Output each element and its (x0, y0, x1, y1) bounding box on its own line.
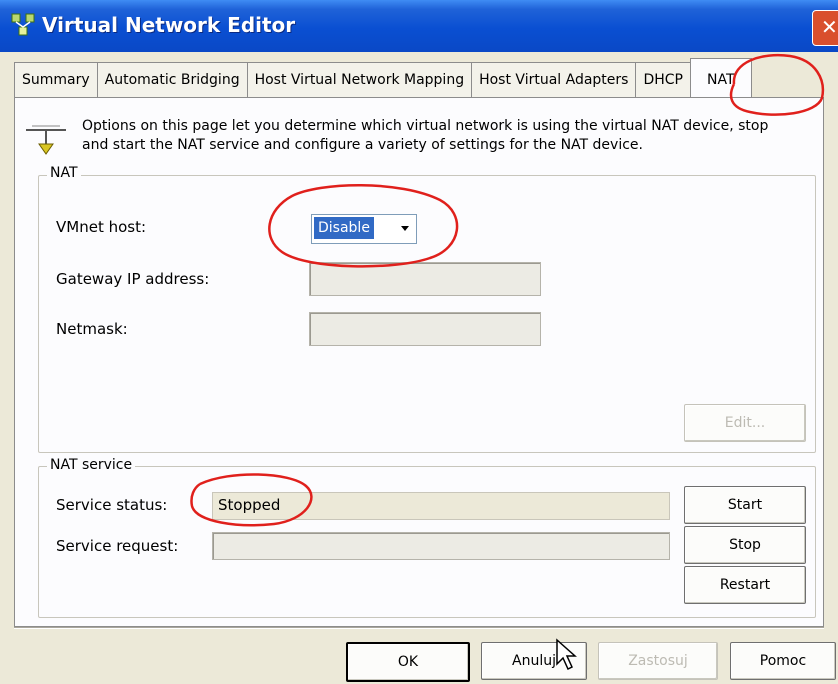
tab-strip: Summary Automatic Bridging Host Virtual … (14, 58, 752, 98)
tab-dhcp[interactable]: DHCP (635, 62, 691, 97)
gateway-ip-label: Gateway IP address: (56, 270, 210, 288)
vmnet-host-dropdown[interactable]: Disable (311, 214, 417, 244)
ok-button[interactable]: OK (346, 642, 470, 682)
service-status-label: Service status: (56, 496, 168, 514)
service-status-value: Stopped (218, 496, 281, 514)
tab-host-virtual-network-mapping[interactable]: Host Virtual Network Mapping (246, 62, 473, 97)
nat-group-label: NAT (47, 165, 81, 181)
nat-service-group-label: NAT service (47, 457, 136, 473)
tab-summary[interactable]: Summary (14, 62, 98, 97)
start-button[interactable]: Start (684, 486, 806, 524)
service-request-field[interactable] (212, 532, 670, 560)
network-plug-icon (26, 125, 66, 155)
restart-button[interactable]: Restart (684, 566, 806, 604)
info-line-1: Options on this page let you determine w… (82, 118, 769, 134)
service-request-label: Service request: (56, 537, 179, 555)
info-description: Options on this page let you determine w… (82, 117, 812, 155)
vmnet-host-selected-value: Disable (314, 217, 374, 239)
gateway-ip-field[interactable] (309, 262, 541, 296)
tab-nat[interactable]: NAT (689, 58, 752, 97)
mouse-cursor-icon (556, 638, 577, 671)
network-app-icon (11, 13, 35, 36)
apply-button[interactable]: Zastosuj (598, 642, 718, 680)
close-icon: ✕ (821, 15, 838, 39)
service-status-field: Stopped (212, 492, 670, 520)
netmask-label: Netmask: (56, 320, 128, 338)
footer-divider (14, 627, 824, 629)
help-button[interactable]: Pomoc (730, 642, 836, 680)
virtual-network-editor-window: Virtual Network Editor ✕ Summary Automat… (0, 0, 838, 684)
info-line-2: and start the NAT service and configure … (82, 137, 643, 153)
vmnet-host-label: VMnet host: (56, 218, 147, 236)
netmask-field[interactable] (309, 312, 541, 346)
close-button[interactable]: ✕ (812, 10, 838, 46)
tab-host-virtual-adapters[interactable]: Host Virtual Adapters (471, 62, 637, 97)
title-bar[interactable]: Virtual Network Editor ✕ (0, 0, 838, 52)
stop-button[interactable]: Stop (684, 526, 806, 564)
tab-automatic-bridging[interactable]: Automatic Bridging (96, 62, 248, 97)
edit-button[interactable]: Edit... (684, 404, 806, 442)
chevron-down-icon[interactable] (395, 216, 415, 240)
window-title: Virtual Network Editor (42, 13, 296, 37)
